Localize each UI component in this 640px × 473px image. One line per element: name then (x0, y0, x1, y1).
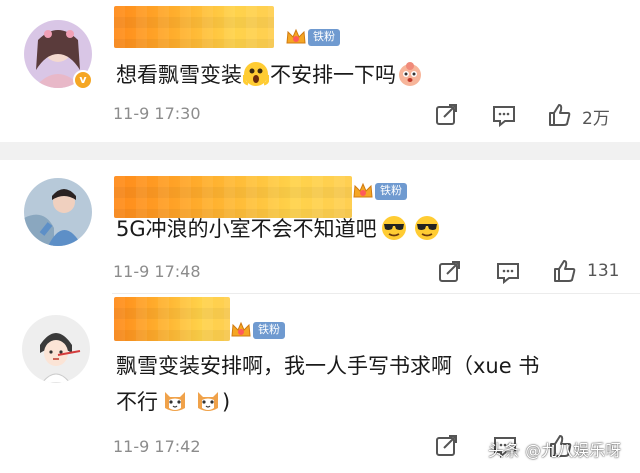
fan-badge-label: 铁粉 (375, 182, 407, 200)
like-icon[interactable] (547, 102, 573, 128)
comment-text-line-1: 飘雪变装安排啊，我一人手写书求啊（xue 书 (116, 354, 540, 378)
watermark: 头条 @九八娱乐呀 (488, 441, 622, 460)
share-icon[interactable] (434, 102, 460, 128)
sunglasses-face-emoji (381, 216, 406, 240)
comment-time: 11-9 17:48 (113, 262, 201, 281)
comment-text: 5G冲浪的小室不会不知道吧 (116, 212, 441, 246)
fan-badge-label: 铁粉 (253, 321, 285, 339)
fan-badge: 铁粉 (285, 26, 340, 48)
cute-pink-face-emoji (399, 62, 421, 86)
fan-badge: 铁粉 (352, 180, 407, 202)
crown-icon (286, 28, 306, 44)
section-divider (0, 142, 640, 160)
like-count: 131 (587, 261, 620, 281)
comment-time: 11-9 17:30 (113, 104, 201, 123)
cat-face-emoji (165, 392, 185, 411)
crown-icon (231, 321, 251, 337)
shocked-face-emoji (243, 62, 269, 86)
comment-separator (112, 293, 640, 294)
avatar[interactable] (22, 315, 90, 383)
comment-item: 铁粉 5G冲浪的小室不会不知道吧 11-9 17:48 131 (0, 160, 640, 295)
share-icon[interactable] (437, 259, 463, 285)
comment-icon[interactable] (495, 260, 521, 286)
comment-icon[interactable] (491, 103, 517, 129)
comment-item: v 铁粉 想看飘雪变装 不安排一下吗 11-9 17:30 2万 (0, 0, 640, 142)
username-redacted[interactable] (114, 297, 230, 341)
comment-text-line-2: 不行 ) (116, 390, 231, 414)
cat-face-emoji (198, 392, 218, 411)
comment-text: 想看飘雪变装 不安排一下吗 (116, 58, 424, 92)
username-redacted[interactable] (114, 6, 274, 48)
avatar[interactable] (24, 178, 92, 246)
crown-icon (353, 182, 373, 198)
sunglasses-face-emoji (414, 216, 439, 240)
like-count: 2万 (582, 109, 610, 129)
verified-badge: v (73, 70, 93, 90)
fan-badge-label: 铁粉 (308, 28, 340, 46)
share-icon[interactable] (434, 433, 460, 459)
comment-time: 11-9 17:42 (113, 437, 201, 456)
fan-badge: 铁粉 (230, 319, 285, 341)
like-icon[interactable] (552, 258, 578, 284)
